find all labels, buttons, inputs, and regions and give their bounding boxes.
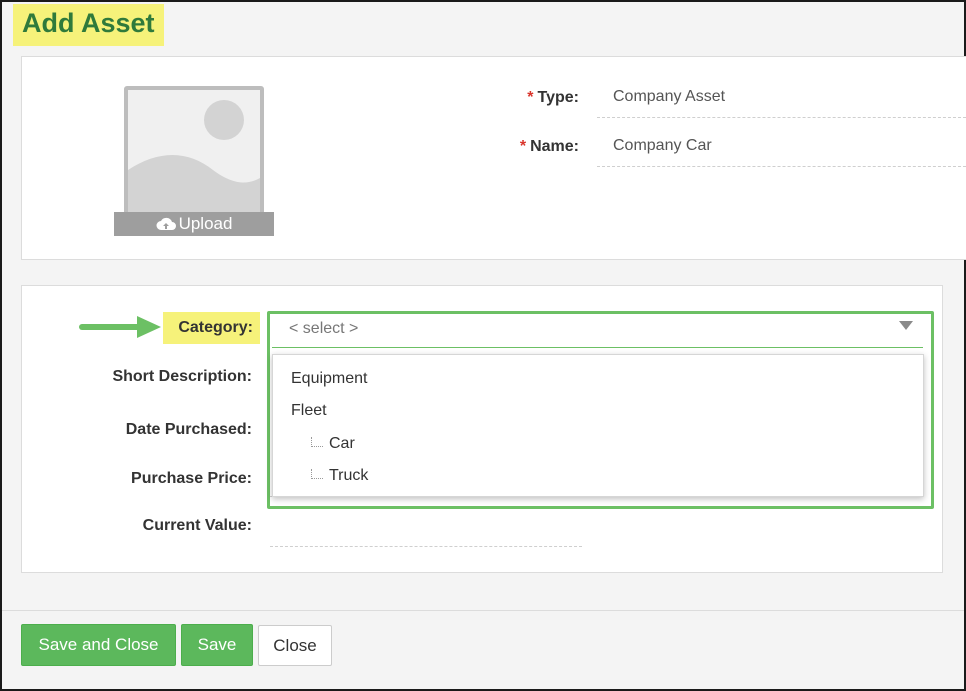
current-value-field[interactable] (270, 546, 582, 547)
caret-down-icon[interactable] (899, 321, 913, 330)
name-label-text: Name: (530, 138, 579, 155)
tree-connector-icon (311, 469, 323, 479)
type-field[interactable]: Company Asset (597, 88, 966, 118)
name-label: * Name: (470, 138, 579, 156)
type-label-text: Type: (537, 89, 579, 106)
category-option-truck-label: Truck (329, 467, 369, 484)
required-marker: * (527, 89, 534, 106)
footer-divider (2, 610, 964, 611)
type-label: * Type: (470, 89, 579, 107)
page-title: Add Asset (13, 4, 164, 46)
category-option-equipment[interactable]: Equipment (291, 370, 368, 388)
required-marker: * (519, 138, 527, 155)
short-description-label: Short Description: (112, 368, 252, 385)
purchase-price-label: Purchase Price: (131, 470, 252, 487)
category-option-truck[interactable]: Truck (311, 467, 368, 485)
image-placeholder-icon[interactable] (124, 86, 264, 226)
category-select[interactable]: < select > (272, 314, 923, 348)
category-option-fleet[interactable]: Fleet (291, 402, 327, 420)
category-option-car-label: Car (329, 435, 355, 452)
category-dropdown-menu: Equipment Fleet Car Truck (272, 354, 924, 497)
save-button[interactable]: Save (181, 624, 253, 666)
name-field[interactable]: Company Car (597, 137, 966, 167)
category-option-car[interactable]: Car (311, 435, 355, 453)
current-value-label: Current Value: (142, 517, 252, 534)
save-and-close-button[interactable]: Save and Close (21, 624, 176, 666)
upload-label: Upload (178, 214, 233, 233)
close-button[interactable]: Close (258, 625, 332, 666)
date-purchased-label: Date Purchased: (125, 421, 252, 438)
cloud-upload-icon (156, 216, 176, 232)
tree-connector-icon (311, 437, 323, 447)
upload-button[interactable]: Upload (114, 212, 274, 236)
category-label: Category: (178, 319, 253, 336)
